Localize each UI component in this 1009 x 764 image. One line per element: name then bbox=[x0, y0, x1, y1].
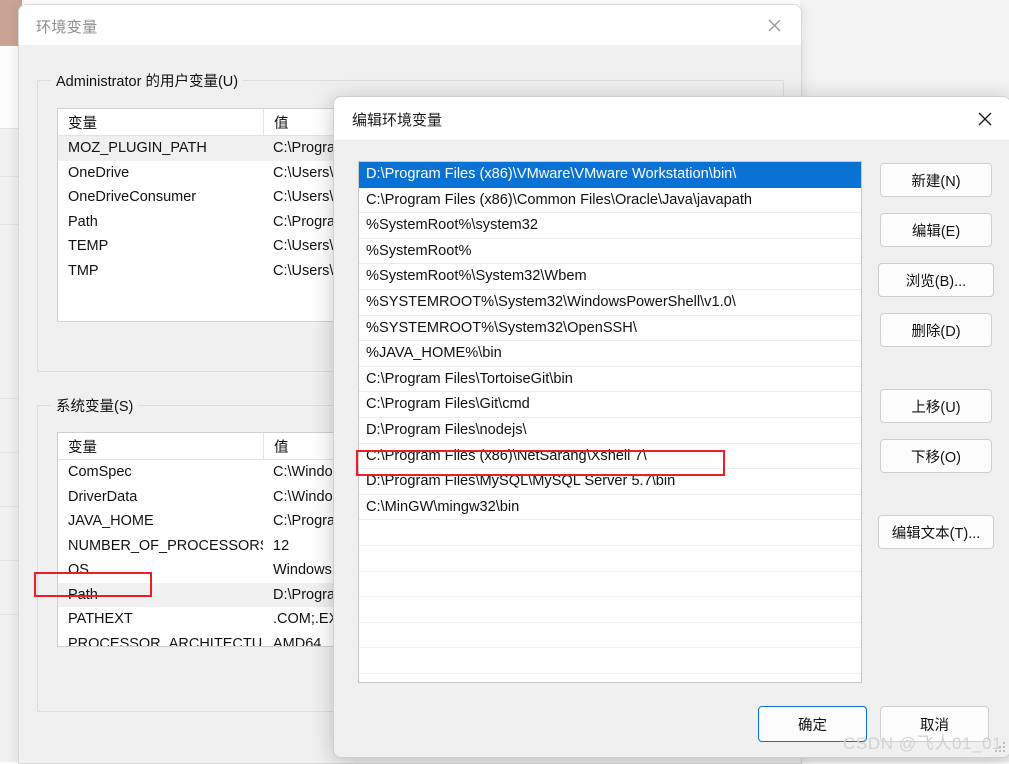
list-item[interactable]: C:\Program Files\TortoiseGit\bin bbox=[359, 367, 861, 393]
list-item[interactable]: %SystemRoot% bbox=[359, 239, 861, 265]
edit-dialog-titlebar: 编辑环境变量 bbox=[334, 97, 1009, 141]
list-item[interactable]: %SYSTEMROOT%\System32\OpenSSH\ bbox=[359, 316, 861, 342]
path-entries-list[interactable]: D:\Program Files (x86)\VMware\VMware Wor… bbox=[358, 161, 862, 683]
variable-name-cell: PATHEXT bbox=[68, 611, 133, 628]
system-variables-group-label: 系统变量(S) bbox=[51, 395, 139, 416]
ok-button[interactable]: 确定 bbox=[758, 706, 867, 742]
system-col-variable: 变量 bbox=[68, 439, 97, 456]
variable-name-cell: OneDriveConsumer bbox=[68, 189, 197, 206]
env-window-title: 环境变量 bbox=[36, 19, 98, 36]
edit-dialog-title: 编辑环境变量 bbox=[352, 112, 443, 129]
user-col-variable: 变量 bbox=[68, 115, 97, 132]
user-variables-group-label: Administrator 的用户变量(U) bbox=[51, 70, 244, 91]
list-item-empty[interactable] bbox=[359, 597, 861, 623]
delete-button[interactable]: 删除(D) bbox=[880, 313, 992, 347]
list-item-empty[interactable] bbox=[359, 520, 861, 546]
list-item-empty[interactable] bbox=[359, 572, 861, 598]
close-icon[interactable] bbox=[751, 5, 797, 45]
variable-name-cell: PROCESSOR_ARCHITECTURE bbox=[68, 635, 263, 647]
edit-environment-variable-dialog: 编辑环境变量 D:\Program Files (x86)\VMware\VMw… bbox=[333, 96, 1009, 758]
list-item[interactable]: C:\Program Files (x86)\NetSarang\Xshell … bbox=[359, 444, 861, 470]
list-item-empty[interactable] bbox=[359, 623, 861, 649]
variable-name-cell: TMP bbox=[68, 262, 99, 279]
list-item[interactable]: %SystemRoot%\system32 bbox=[359, 213, 861, 239]
new-button[interactable]: 新建(N) bbox=[880, 163, 992, 197]
resize-grip[interactable] bbox=[994, 742, 1006, 754]
list-item-empty[interactable] bbox=[359, 546, 861, 572]
variable-name-cell: DriverData bbox=[68, 488, 138, 505]
env-window-titlebar: 环境变量 bbox=[19, 5, 801, 45]
list-item[interactable]: %SYSTEMROOT%\System32\WindowsPowerShell\… bbox=[359, 290, 861, 316]
list-item-empty[interactable] bbox=[359, 648, 861, 674]
list-item[interactable]: C:\Program Files\Git\cmd bbox=[359, 392, 861, 418]
list-item[interactable]: D:\Program Files\nodejs\ bbox=[359, 418, 861, 444]
move-up-button[interactable]: 上移(U) bbox=[880, 389, 992, 423]
list-item[interactable]: D:\Program Files\MySQL\MySQL Server 5.7\… bbox=[359, 469, 861, 495]
move-down-button[interactable]: 下移(O) bbox=[880, 439, 992, 473]
variable-name-cell: OneDrive bbox=[68, 164, 130, 181]
edit-text-button[interactable]: 编辑文本(T)... bbox=[878, 515, 994, 549]
list-item[interactable]: %SystemRoot%\System32\Wbem bbox=[359, 264, 861, 290]
list-item[interactable]: C:\Program Files (x86)\Common Files\Orac… bbox=[359, 188, 861, 214]
list-item-empty[interactable] bbox=[359, 674, 861, 682]
list-item[interactable]: %JAVA_HOME%\bin bbox=[359, 341, 861, 367]
variable-name-cell: Path bbox=[68, 586, 98, 603]
edit-button[interactable]: 编辑(E) bbox=[880, 213, 992, 247]
variable-name-cell: OS bbox=[68, 562, 89, 579]
variable-name-cell: TEMP bbox=[68, 238, 109, 255]
cancel-button[interactable]: 取消 bbox=[880, 706, 989, 742]
variable-name-cell: NUMBER_OF_PROCESSORS bbox=[68, 537, 263, 554]
browse-button[interactable]: 浏览(B)... bbox=[878, 263, 994, 297]
close-icon[interactable] bbox=[962, 97, 1008, 140]
variable-name-cell: JAVA_HOME bbox=[68, 513, 154, 530]
list-item[interactable]: D:\Program Files (x86)\VMware\VMware Wor… bbox=[359, 162, 861, 188]
variable-name-cell: Path bbox=[68, 213, 98, 230]
variable-name-cell: MOZ_PLUGIN_PATH bbox=[68, 140, 207, 157]
list-item[interactable]: C:\MinGW\mingw32\bin bbox=[359, 495, 861, 521]
variable-name-cell: ComSpec bbox=[68, 464, 132, 481]
